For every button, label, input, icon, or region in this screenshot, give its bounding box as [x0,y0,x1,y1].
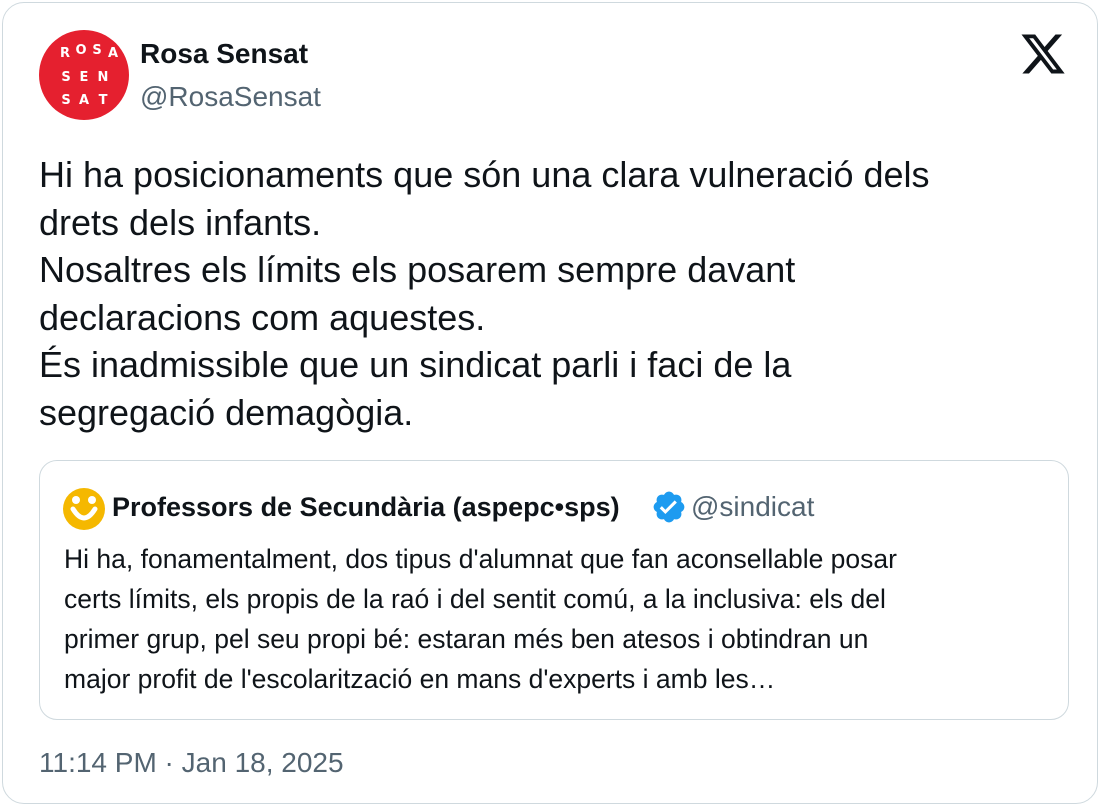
quoted-text-line: Hi ha, fonamentalment, dos tipus d'alumn… [64,544,897,574]
tweet-timestamp[interactable]: 11:14 PM · Jan 18, 2025 [39,747,344,779]
tweet-text-line: Nosaltres els límits els posarem sempre … [39,249,796,290]
avatar-letter: E [80,70,89,85]
avatar-letter: R [60,46,70,61]
avatar-letter: A [79,93,89,108]
author-handle[interactable]: @RosaSensat [140,81,321,113]
quoted-tweet[interactable]: Professors de Secundària (aspepc•sps) @s… [39,460,1069,720]
quoted-author-name[interactable]: Professors de Secundària (aspepc•sps) [112,491,620,523]
tweet-text: Hi ha posicionaments que són una clara v… [39,151,1069,436]
avatar-letter: O [75,43,86,58]
quoted-text-line: major profit de l'escolarització en mans… [64,664,776,694]
tweet-text-line: declaracions com aquestes. [39,296,486,338]
quoted-text-line: primer grup, pel seu propi bé: estaran m… [64,624,869,654]
avatar-letter: A [108,46,118,61]
avatar-letter: S [61,93,70,108]
avatar-letter: S [61,70,70,85]
avatar-letter: S [92,43,101,58]
author-name[interactable]: Rosa Sensat [140,38,308,70]
quoted-text-line: certs límits, els propis de la raó i del… [64,584,886,614]
quoted-author-handle[interactable]: @sindicat [691,491,814,523]
author-avatar[interactable]: R O S A S E N S A T [39,30,129,120]
avatar-letter: N [98,70,109,85]
tweet-card: R O S A S E N S A T Rosa Sensat @RosaSen… [2,2,1098,804]
tweet-text-line: Hi ha posicionaments que són una clara v… [39,154,930,195]
quoted-text: Hi ha, fonamentalment, dos tipus d'alumn… [64,539,1054,699]
tweet-text-line: drets dels infants. [39,201,322,243]
avatar-letter: T [99,93,108,108]
tweet-text-line: segregació demagògia. [39,391,414,433]
quoted-avatar[interactable] [62,487,106,531]
tweet-text-line: És inadmissible que un sindicat parli i … [39,344,792,385]
x-logo-icon[interactable] [1019,30,1067,78]
verified-badge-icon [651,489,687,525]
